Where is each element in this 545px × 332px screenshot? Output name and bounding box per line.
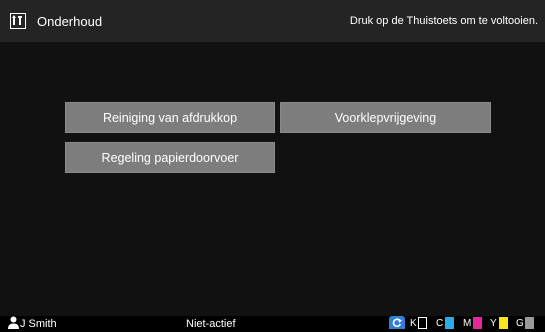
ink-g-label: G — [516, 318, 524, 329]
maintenance-icon — [10, 13, 26, 29]
title-bar: Onderhoud Druk op de Thuistoets om te vo… — [0, 0, 545, 42]
ink-g-gauge — [525, 317, 534, 329]
user-icon — [8, 316, 19, 329]
ink-k-gauge — [418, 317, 427, 329]
ink-c-label: C — [436, 318, 444, 329]
status-bar: J Smith Niet-actief K C M Y G — [0, 316, 545, 330]
home-hint-text: Druk op de Thuistoets om te voltooien. — [349, 15, 538, 27]
front-cover-release-button[interactable]: Voorklepvrijgeving — [280, 102, 491, 133]
main-panel: Reiniging van afdrukkop Voorklepvrijgevi… — [0, 42, 545, 316]
user-name: J Smith — [20, 318, 57, 330]
ink-m-gauge — [473, 317, 482, 329]
ink-k-label: K — [410, 318, 417, 329]
ink-c-gauge — [445, 317, 454, 329]
head-cleaning-button[interactable]: Reiniging van afdrukkop — [65, 102, 275, 133]
maintenance-screen: Onderhoud Druk op de Thuistoets om te vo… — [0, 0, 545, 330]
ink-y-label: Y — [490, 318, 497, 329]
paper-feed-adjust-button[interactable]: Regeling papierdoorvoer — [65, 142, 275, 173]
refresh-icon[interactable] — [389, 316, 405, 329]
page-title: Onderhoud — [37, 14, 103, 29]
ink-y-gauge — [499, 317, 508, 329]
ink-m-label: M — [463, 318, 472, 329]
printer-status: Niet-actief — [186, 318, 236, 330]
